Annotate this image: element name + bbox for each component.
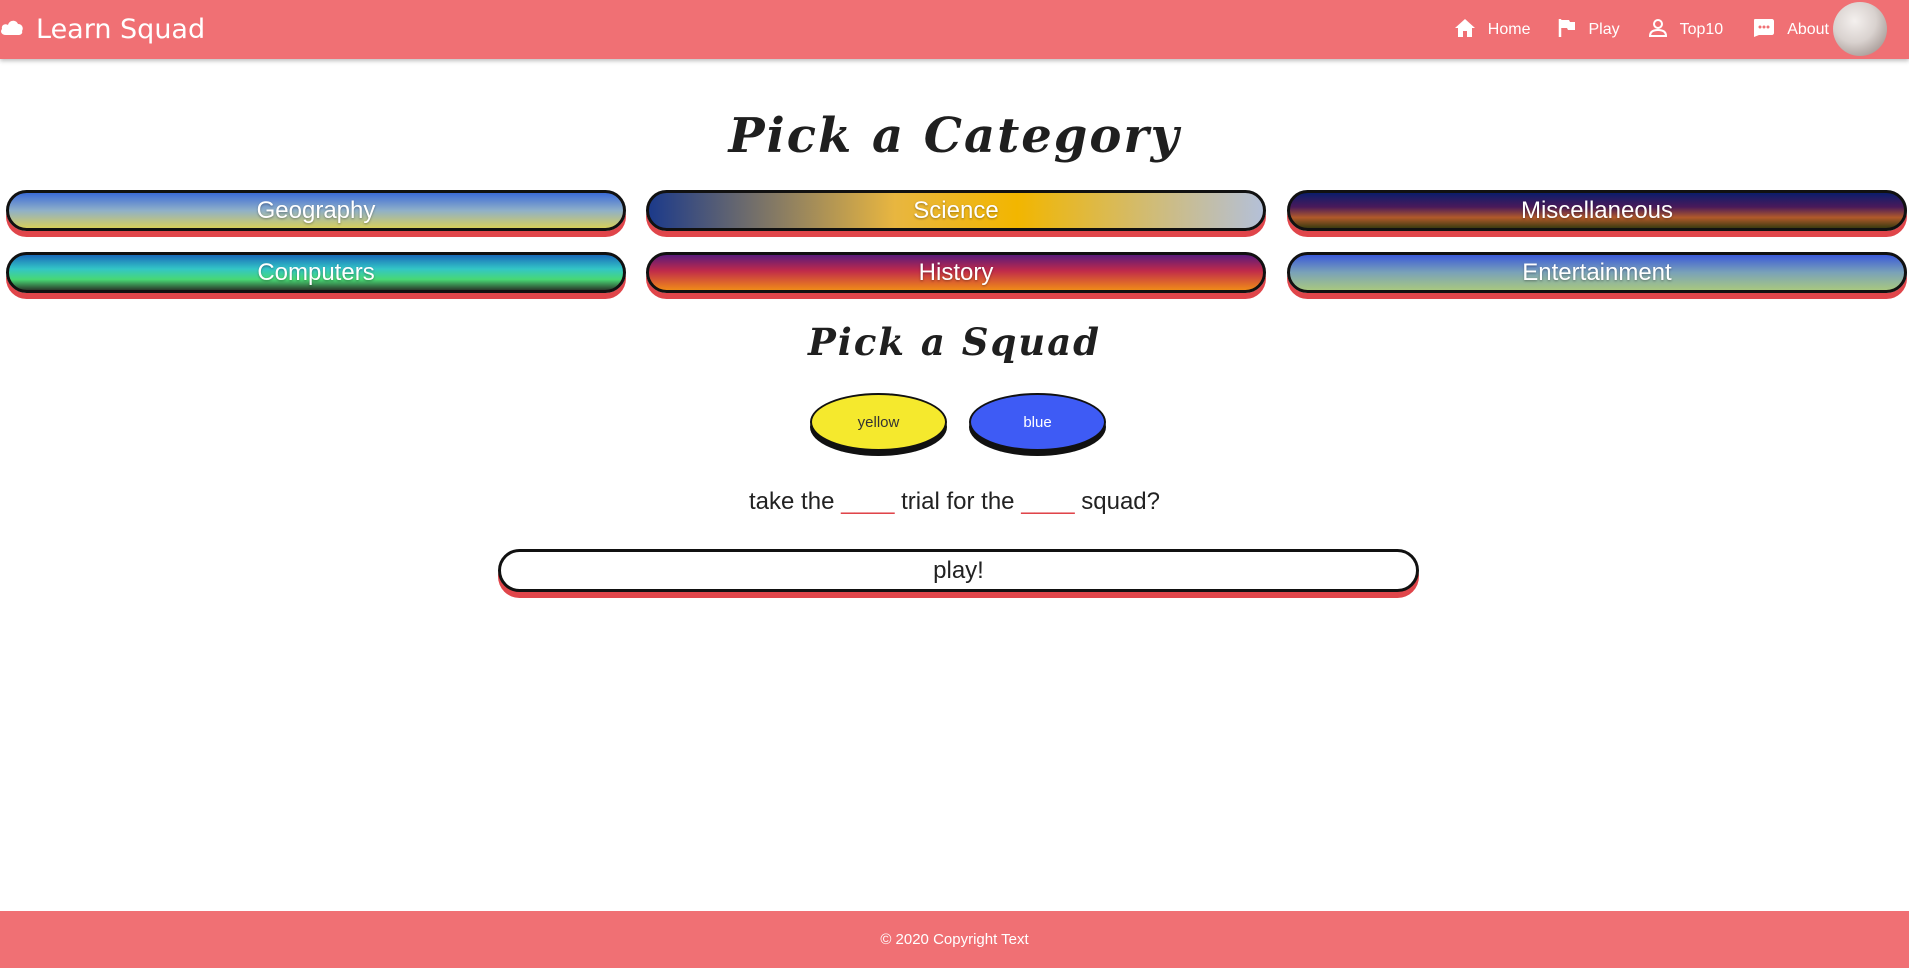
squad-yellow-button[interactable]: yellow [810,393,947,451]
nav-play[interactable]: Play [1558,18,1620,42]
nav-about-label: About [1787,20,1829,38]
category-science[interactable]: Science [646,190,1266,231]
category-heading: Pick a Category [728,108,1181,164]
person-icon [1648,18,1668,42]
squad-blank: ____ [1021,488,1075,515]
flag-icon [1558,18,1576,42]
brand-link[interactable]: Learn Squad [0,10,205,48]
chat-icon [1751,18,1775,42]
nav-home[interactable]: Home [1454,18,1531,42]
squad-blue-button[interactable]: blue [969,393,1106,451]
category-entertainment[interactable]: Entertainment [1287,252,1907,293]
squad-heading: Pick a Squad [807,320,1102,364]
category-history[interactable]: History [646,252,1266,293]
nav-top10-label: Top10 [1679,20,1724,38]
prompt-text-1: take the [749,488,842,515]
avatar[interactable] [1833,2,1887,56]
category-blank: ____ [841,488,895,515]
nav-home-label: Home [1487,20,1531,38]
prompt-text-2: trial for the [894,488,1022,515]
selection-prompt: take the ____ trial for the ____ squad? [0,488,1909,516]
nav-links: Home Play Top10 About [1454,0,1829,59]
navbar: Learn Squad Home Play Top10 About [0,0,1909,59]
home-icon [1454,18,1476,42]
copyright-text: © 2020 Copyright Text [880,931,1029,948]
brand-title: Learn Squad [36,13,206,45]
nav-play-label: Play [1588,20,1620,38]
category-geography[interactable]: Geography [6,190,626,231]
category-computers[interactable]: Computers [6,252,626,293]
footer: © 2020 Copyright Text [0,911,1909,968]
play-button[interactable]: play! [498,549,1419,592]
nav-top10[interactable]: Top10 [1648,18,1724,42]
category-miscellaneous[interactable]: Miscellaneous [1287,190,1907,231]
nav-about[interactable]: About [1751,18,1829,42]
prompt-text-3: squad? [1074,488,1160,515]
cloud-icon [0,19,24,39]
